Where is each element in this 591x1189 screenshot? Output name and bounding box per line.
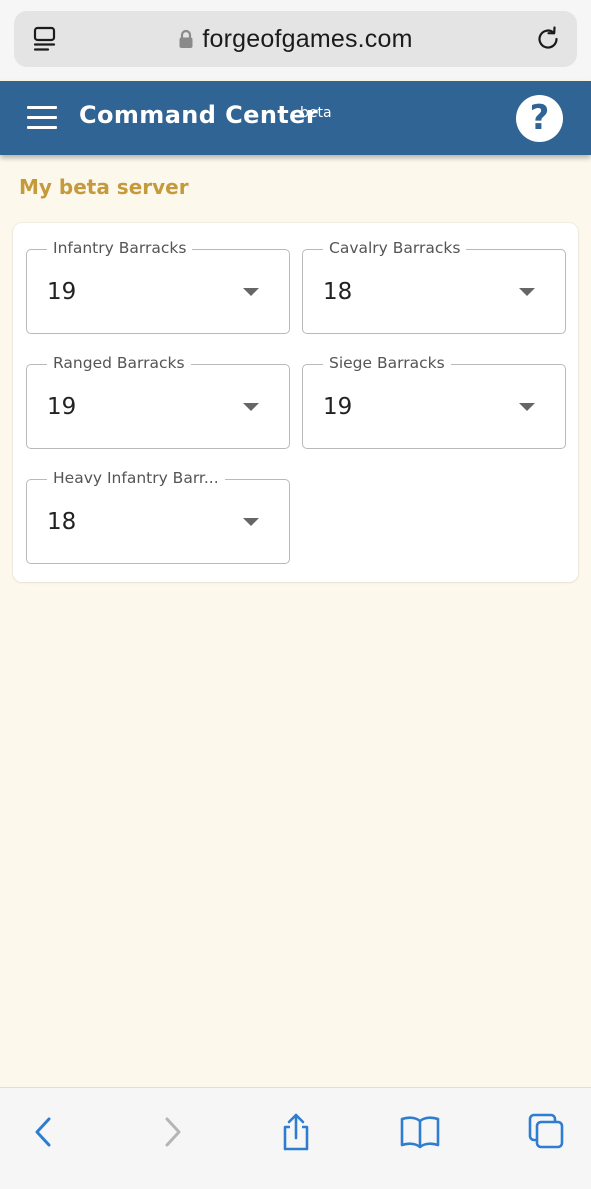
- select-value: 18: [323, 279, 353, 305]
- select-label: Siege Barracks: [323, 354, 451, 372]
- forward-icon[interactable]: [150, 1110, 194, 1154]
- url-display[interactable]: forgeofgames.com: [14, 11, 577, 67]
- url-text: forgeofgames.com: [202, 24, 413, 53]
- caret-down-icon: [243, 288, 259, 296]
- tabs-icon[interactable]: [524, 1110, 568, 1154]
- select-label: Ranged Barracks: [47, 354, 191, 372]
- siege-barracks-select[interactable]: Siege Barracks 19: [302, 354, 566, 449]
- page-title: My beta server: [19, 175, 189, 199]
- select-label: Cavalry Barracks: [323, 239, 467, 257]
- bookmarks-icon[interactable]: [398, 1110, 442, 1154]
- hamburger-menu-icon[interactable]: [27, 106, 57, 130]
- select-value: 18: [47, 509, 77, 535]
- beta-badge: beta: [300, 105, 332, 121]
- address-bar[interactable]: forgeofgames.com: [14, 11, 577, 67]
- select-label: Heavy Infantry Barr...: [47, 469, 225, 487]
- caret-down-icon: [243, 403, 259, 411]
- ranged-barracks-select[interactable]: Ranged Barracks 19: [26, 354, 290, 449]
- help-icon[interactable]: ?: [516, 95, 563, 142]
- caret-down-icon: [243, 518, 259, 526]
- caret-down-icon: [519, 288, 535, 296]
- browser-toolbar: [0, 1087, 591, 1189]
- barracks-card: Infantry Barracks 19 Cavalry Barracks 18…: [13, 223, 578, 582]
- select-label: Infantry Barracks: [47, 239, 193, 257]
- app-header: Command Center beta: [0, 81, 591, 155]
- help-glyph: ?: [529, 98, 550, 138]
- reload-icon[interactable]: [534, 25, 562, 53]
- heavy-infantry-barracks-select[interactable]: Heavy Infantry Barr... 18: [26, 469, 290, 564]
- cavalry-barracks-select[interactable]: Cavalry Barracks 18: [302, 239, 566, 334]
- select-value: 19: [47, 279, 77, 305]
- lock-icon: [178, 29, 194, 49]
- select-value: 19: [323, 394, 353, 420]
- caret-down-icon: [519, 403, 535, 411]
- share-icon[interactable]: [274, 1110, 318, 1154]
- select-value: 19: [47, 394, 77, 420]
- browser-top-bar: forgeofgames.com: [0, 0, 591, 80]
- back-icon[interactable]: [22, 1110, 66, 1154]
- app-title: Command Center: [79, 101, 319, 129]
- infantry-barracks-select[interactable]: Infantry Barracks 19: [26, 239, 290, 334]
